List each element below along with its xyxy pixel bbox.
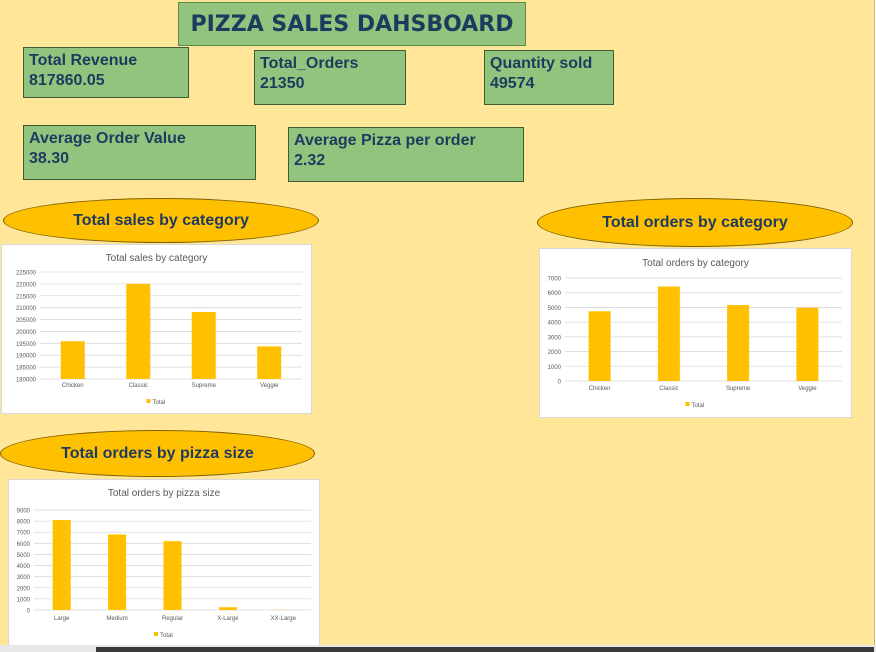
kpi-average-order-value[interactable]: Average Order Value 38.30 [23,125,256,180]
x-tick-label: Chicken [589,386,611,392]
y-tick-label: 180000 [16,378,37,384]
kpi-average-order-value-value: 38.30 [29,150,70,167]
dashboard-title: PIZZA SALES DAHSBOARD [178,2,526,46]
kpi-quantity-sold-value: 49574 [490,75,535,92]
bar-classic[interactable] [126,283,151,379]
bar-supreme[interactable] [191,311,216,379]
bar-x-large[interactable] [218,607,237,610]
chart-title: Total orders by category [642,258,749,269]
chart-orders-by-category[interactable]: Total orders by category 0 1000 2000 3000 400… [539,248,852,418]
y-tick-label: 2000 [17,586,31,592]
chart-svg: Total orders by pizza size 0 1000 2000 3000 4… [17,488,311,639]
y-tick-label: 1000 [548,365,562,371]
section-pill-sales-by-category: Total sales by category [3,198,319,243]
x-tick-label: Classic [129,383,148,389]
x-tick-label: Regular [162,616,183,622]
y-tick-label: 225000 [16,271,37,277]
dashboard-sheet: PIZZA SALES DAHSBOARD Total Revenue 8178… [0,0,875,647]
legend-swatch [685,402,690,406]
kpi-total-orders-label: Total_Orders [260,55,359,72]
y-tick-label: 2000 [548,350,562,356]
y-tick-label: 7000 [17,531,31,537]
x-tick-label: Supreme [192,383,217,389]
x-tick-label: Large [54,616,70,622]
legend-label: Total [692,403,705,409]
y-tick-label: 210000 [16,306,37,312]
section-pill-orders-by-size: Total orders by pizza size [0,430,315,477]
bar-classic[interactable] [657,286,680,381]
bar-chicken[interactable] [588,311,611,381]
bar-medium[interactable] [108,534,127,610]
x-tick-label: Medium [106,616,127,622]
x-tick-label: XX-Large [271,616,297,622]
y-tick-label: 6000 [548,291,562,297]
chart-orders-by-size[interactable]: Total orders by pizza size 0 1000 2000 3000 4… [8,479,320,647]
y-tick-label: 185000 [16,366,37,372]
legend-label: Total [153,400,166,406]
kpi-average-pizza-per-order[interactable]: Average Pizza per order 2.32 [288,127,524,182]
chart-svg: Total orders by category 0 1000 2000 3000 400… [548,258,842,409]
y-tick-label: 3000 [17,575,31,581]
y-tick-label: 3000 [548,335,562,341]
y-tick-label: 6000 [17,542,31,548]
kpi-total-revenue-label: Total Revenue [29,52,138,69]
x-tick-label: Classic [659,386,678,392]
kpi-total-revenue[interactable]: Total Revenue 817860.05 [23,47,189,98]
sheet-tab-bar [0,645,876,652]
y-tick-label: 220000 [16,282,37,288]
bar-large[interactable] [52,520,71,610]
y-tick-label: 0 [558,380,562,386]
y-tick-label: 7000 [548,277,562,283]
bar-regular[interactable] [163,541,182,610]
bar-supreme[interactable] [727,305,750,381]
chart-svg: Total sales by category 180000 185000 19000… [16,253,302,406]
x-tick-label: Veggie [798,386,817,392]
x-tick-label: Chicken [62,383,84,389]
y-tick-label: 4000 [17,564,31,570]
kpi-total-orders-value: 21350 [260,75,305,92]
chart-sales-by-category[interactable]: Total sales by category 180000 185000 19000… [1,244,312,414]
y-tick-label: 195000 [16,342,37,348]
legend-swatch [154,632,158,636]
legend-swatch [146,399,151,403]
kpi-average-pizza-per-order-value: 2.32 [294,152,326,169]
kpi-average-order-value-label: Average Order Value [29,130,186,147]
y-tick-label: 205000 [16,318,37,324]
kpi-quantity-sold[interactable]: Quantity sold 49574 [484,50,614,105]
chart-title: Total sales by category [106,253,208,264]
kpi-quantity-sold-label: Quantity sold [490,55,593,72]
x-tick-label: Veggie [260,383,279,389]
y-tick-label: 5000 [17,553,31,559]
y-tick-label: 5000 [548,306,562,312]
x-tick-label: Supreme [726,386,751,392]
bar-chicken[interactable] [60,341,85,379]
y-tick-label: 8000 [17,520,31,526]
horizontal-scrollbar[interactable] [96,647,874,652]
bar-veggie[interactable] [796,307,819,381]
legend-label: Total [160,633,173,639]
y-tick-label: 190000 [16,354,37,360]
section-pill-orders-by-category: Total orders by category [537,198,853,247]
x-tick-label: X-Large [217,616,239,622]
y-tick-label: 215000 [16,294,37,300]
y-tick-label: 4000 [548,321,562,327]
chart-title: Total orders by pizza size [108,488,221,499]
kpi-total-orders[interactable]: Total_Orders 21350 [254,50,406,105]
y-tick-label: 1000 [17,597,31,603]
bar-veggie[interactable] [257,346,282,379]
kpi-average-pizza-per-order-label: Average Pizza per order [294,132,476,149]
kpi-total-revenue-value: 817860.05 [29,72,105,89]
y-tick-label: 200000 [16,330,37,336]
y-tick-label: 0 [27,609,31,615]
y-tick-label: 9000 [17,509,31,515]
